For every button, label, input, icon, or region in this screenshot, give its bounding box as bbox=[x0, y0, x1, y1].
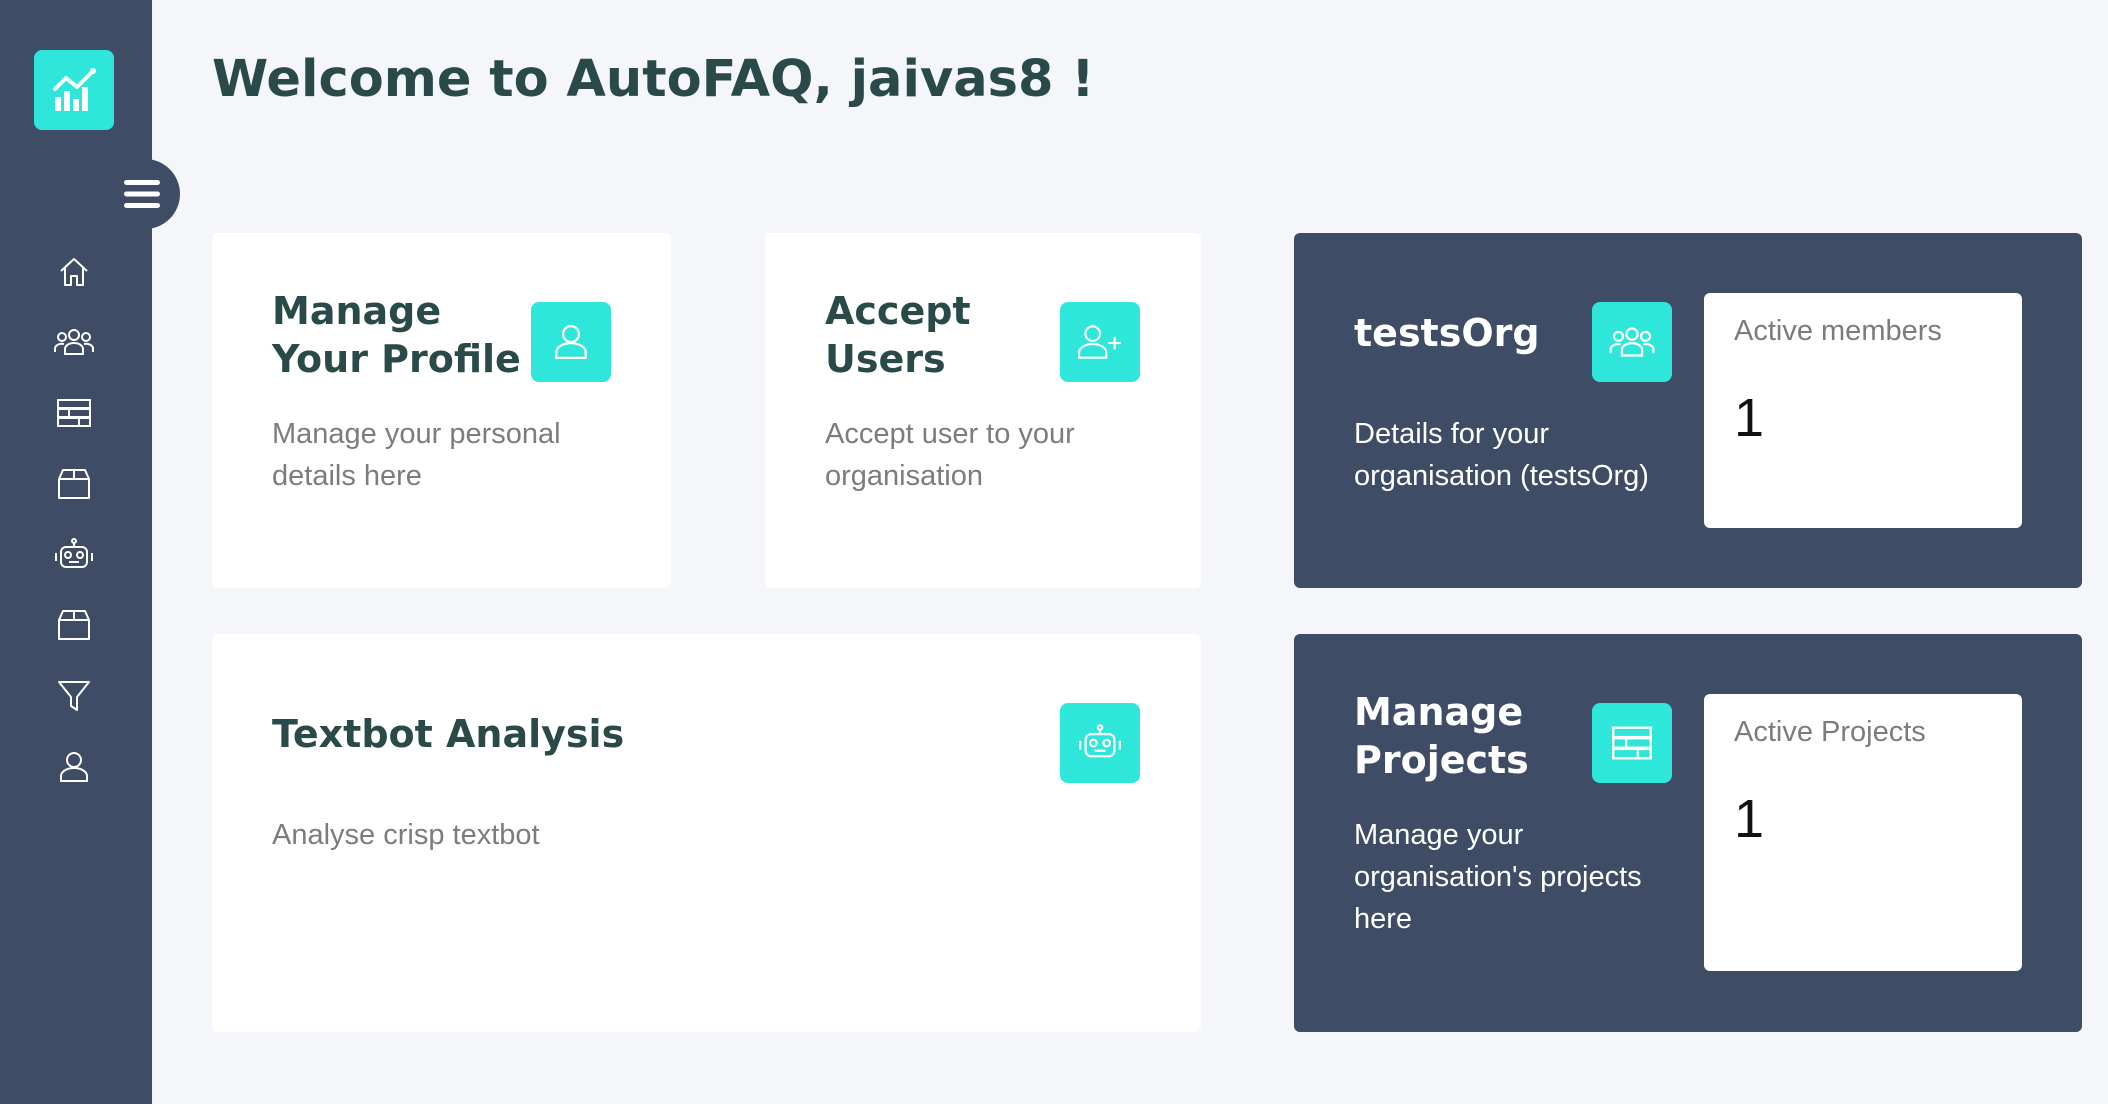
sidebar-item-profile[interactable] bbox=[50, 743, 98, 791]
card-title-line: Manage bbox=[272, 289, 442, 333]
card-title: Accept Users bbox=[825, 287, 971, 383]
card-title-line: Your Profile bbox=[272, 337, 521, 381]
card-title-line: Users bbox=[825, 337, 946, 381]
card-desc-line: organisation (testsOrg) bbox=[1354, 460, 1649, 492]
card-title: Manage Your Profile bbox=[272, 287, 521, 383]
box-icon bbox=[58, 469, 90, 499]
sidebar-item-bots[interactable] bbox=[50, 531, 98, 579]
sidebar-item-projects[interactable] bbox=[50, 389, 98, 437]
card-desc-line: Manage your personal bbox=[272, 418, 561, 450]
organisation-title: testsOrg bbox=[1354, 311, 1540, 355]
textbot-title: Textbot Analysis bbox=[272, 712, 625, 756]
page-title: Welcome to AutoFAQ, jaivas8 ! bbox=[212, 50, 1095, 109]
stat-value: 1 bbox=[1734, 789, 1765, 849]
org-icon-badge bbox=[1592, 302, 1672, 382]
textbot-icon-badge bbox=[1060, 703, 1140, 783]
table-list-icon bbox=[57, 399, 91, 427]
sidebar-item-box-1[interactable] bbox=[50, 460, 98, 508]
card-description: Accept user to your organisation bbox=[825, 413, 1075, 497]
card-title-line: Manage bbox=[1354, 690, 1524, 734]
textbot-analysis-card[interactable]: Textbot Analysis Analyse crisp textbot bbox=[212, 634, 1201, 1032]
card-desc-line: Accept user to your bbox=[825, 418, 1075, 450]
robot-icon bbox=[55, 538, 93, 568]
stat-label: Active Projects bbox=[1734, 716, 1926, 748]
card-title-line: Accept bbox=[825, 289, 971, 333]
active-members-stat: Active members 1 bbox=[1704, 293, 2022, 528]
card-desc-line: Details for your bbox=[1354, 418, 1550, 450]
sidebar-toggle-button[interactable] bbox=[110, 159, 180, 229]
manage-projects-card[interactable]: Manage Projects Manage your organisation… bbox=[1294, 634, 2082, 1032]
card-desc-line: Manage your bbox=[1354, 819, 1524, 851]
user-icon bbox=[60, 752, 88, 782]
profile-icon-badge bbox=[531, 302, 611, 382]
manage-profile-card[interactable]: Manage Your Profile Manage your personal… bbox=[212, 233, 671, 588]
sidebar-item-members[interactable] bbox=[50, 318, 98, 366]
table-list-icon bbox=[1612, 726, 1652, 760]
projects-icon-badge bbox=[1592, 703, 1672, 783]
card-description: Details for your organisation (testsOrg) bbox=[1354, 413, 1649, 497]
sidebar-item-box-2[interactable] bbox=[50, 601, 98, 649]
box-icon bbox=[58, 610, 90, 640]
users-group-icon bbox=[1609, 327, 1655, 357]
hamburger-menu-icon bbox=[124, 180, 160, 208]
card-description: Manage your organisation's projects here bbox=[1354, 814, 1642, 940]
sidebar-item-home[interactable] bbox=[50, 248, 98, 296]
app-logo[interactable] bbox=[34, 50, 114, 130]
stat-value: 1 bbox=[1734, 388, 1765, 448]
accept-users-card[interactable]: Accept Users Accept user to your organis… bbox=[765, 233, 1201, 588]
card-desc-line: details here bbox=[272, 460, 422, 492]
sidebar-item-filter[interactable] bbox=[50, 672, 98, 720]
users-group-icon bbox=[54, 329, 94, 355]
user-add-icon bbox=[1078, 325, 1121, 359]
card-title-line: Projects bbox=[1354, 738, 1529, 782]
stat-label: Active members bbox=[1734, 315, 1942, 347]
active-projects-stat: Active Projects 1 bbox=[1704, 694, 2022, 971]
card-desc-line: here bbox=[1354, 903, 1413, 935]
organisation-card[interactable]: testsOrg Details for your organisation (… bbox=[1294, 233, 2082, 588]
analytics-chart-icon bbox=[53, 68, 96, 111]
sidebar bbox=[0, 0, 180, 1104]
robot-icon bbox=[1079, 724, 1121, 758]
card-description: Manage your personal details here bbox=[272, 413, 561, 497]
card-desc-line: organisation bbox=[825, 460, 983, 492]
card-title: Manage Projects bbox=[1354, 688, 1529, 784]
filter-icon bbox=[58, 681, 90, 711]
home-icon bbox=[60, 258, 88, 286]
card-desc-line: organisation's projects bbox=[1354, 861, 1642, 893]
user-icon bbox=[555, 325, 587, 359]
accept-icon-badge bbox=[1060, 302, 1140, 382]
card-description: Analyse crisp textbot bbox=[272, 819, 540, 851]
